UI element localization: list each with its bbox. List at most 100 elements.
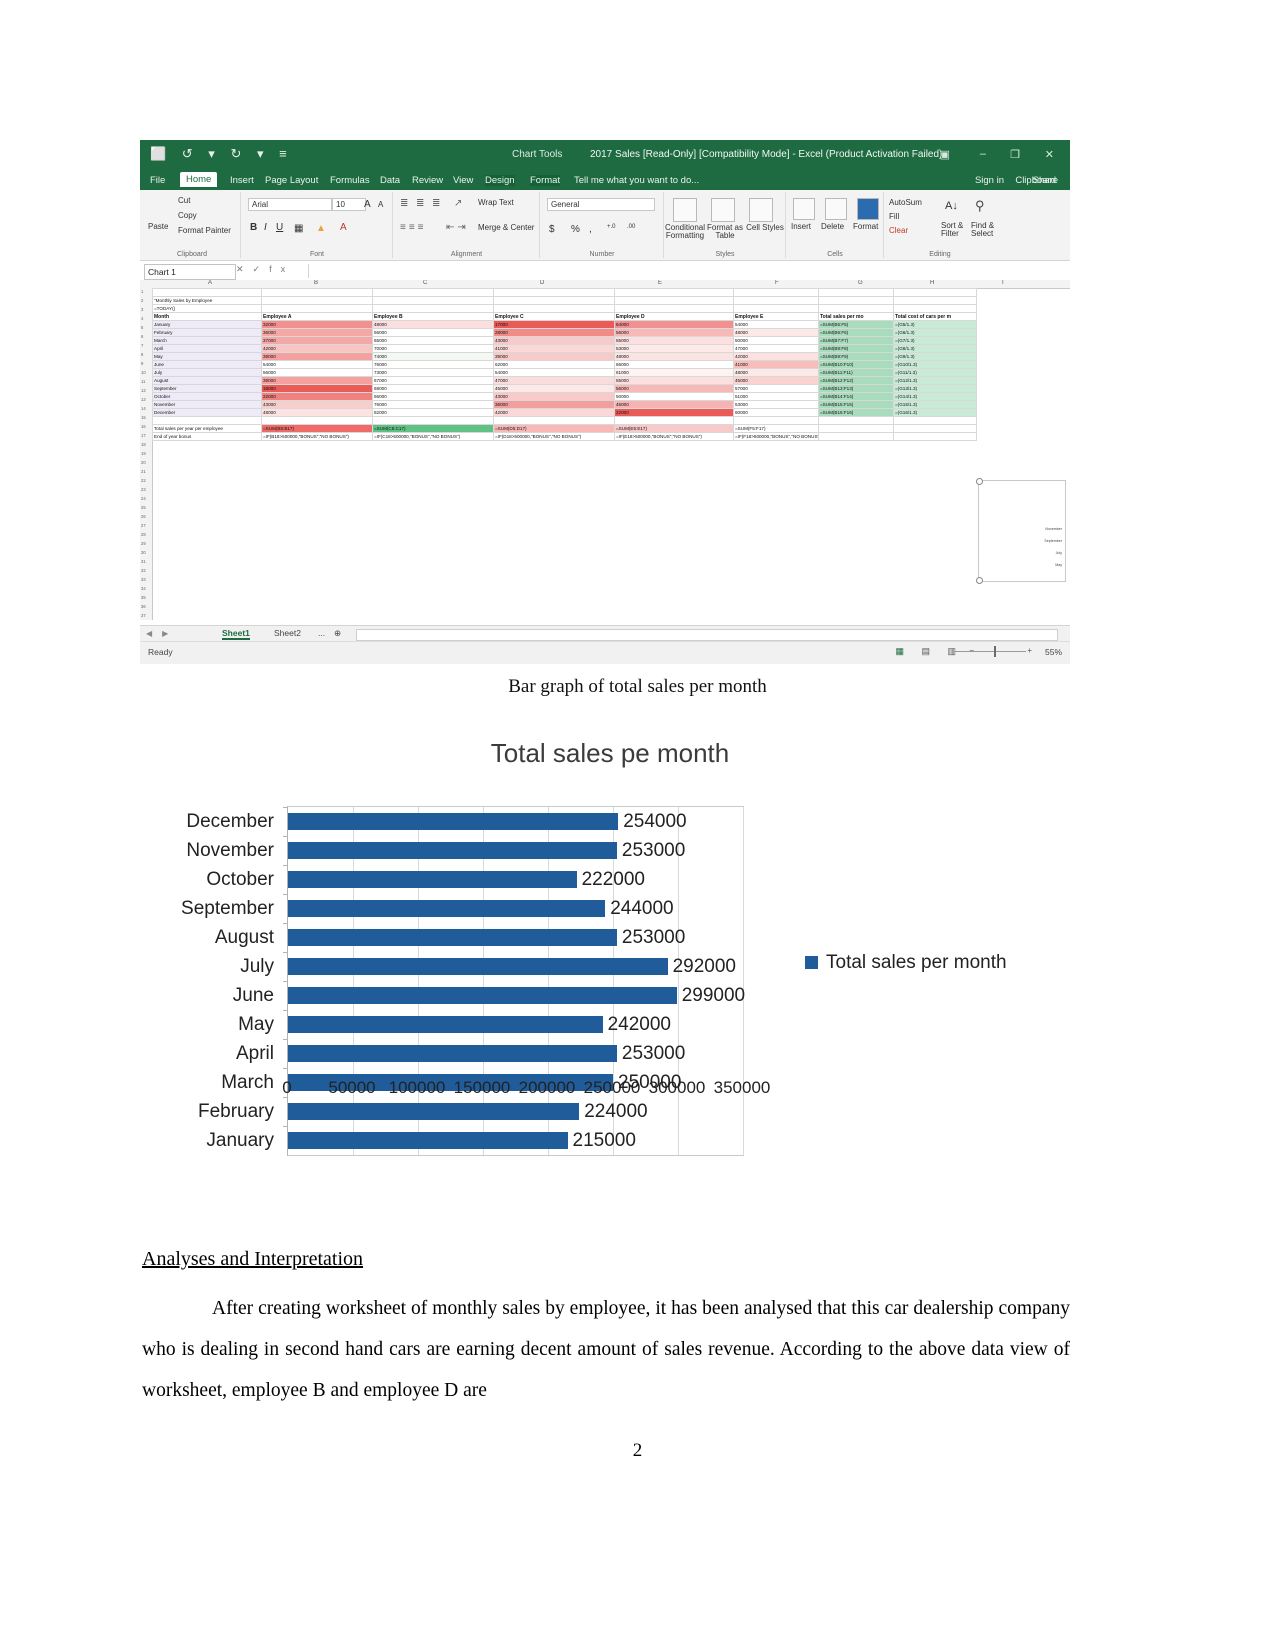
cell-f9[interactable]: 42000 [733,352,819,361]
cell-a3[interactable]: =TODAY() [152,304,262,313]
table-row[interactable]: January 32000 48000 17000 64000 54000 =SUM(B5:… [152,320,977,329]
decrease-font-size-icon[interactable]: A [378,200,383,209]
row-header-13[interactable]: 13 [141,397,146,402]
tab-view[interactable]: View [453,175,473,186]
tab-insert[interactable]: Insert [230,175,254,186]
cell-h13[interactable]: =(G13/1.3) [893,384,977,393]
indent-icons[interactable]: ⇤⇥ [446,222,469,233]
cell-h4[interactable]: Total cost of cars per m [893,312,977,321]
cell-b10[interactable]: 54000 [261,360,373,369]
cell-g9[interactable]: =SUM(B9:F9) [818,352,894,361]
format-painter-button[interactable]: Format Painter [178,226,231,235]
cell-b2[interactable] [261,296,373,305]
fill-button[interactable]: Fill [889,212,899,221]
cell-b16[interactable]: 48000 [261,408,373,417]
cell-e8[interactable]: 53000 [614,344,734,353]
cell-a5[interactable]: January [152,320,262,329]
cell-a12[interactable]: August [152,376,262,385]
sheet-nav-arrows[interactable]: ◀▶ [146,629,178,638]
chart-handle-bl[interactable] [976,577,983,584]
cell-d15[interactable]: 36000 [493,400,615,409]
cell-g4[interactable]: Total sales per mo [818,312,894,321]
cell-a14[interactable]: October [152,392,262,401]
cell-h12[interactable]: =(G12/1.3) [893,376,977,385]
row-header-32[interactable]: 32 [141,568,146,573]
cut-button[interactable]: Cut [178,196,190,205]
row-header-8[interactable]: 8 [141,352,143,357]
column-header-a[interactable]: A [208,280,212,286]
align-bottom-icon[interactable]: ≣ [432,198,440,209]
cell-f5[interactable]: 54000 [733,320,819,329]
cell-g3[interactable] [818,304,894,313]
row-header-26[interactable]: 26 [141,514,146,519]
chart-handle-tl[interactable] [976,478,983,485]
row-header-7[interactable]: 7 [141,343,143,348]
table-row[interactable] [152,416,977,425]
cell-b12[interactable]: 39000 [261,376,373,385]
cell-g7[interactable]: =SUM(B7:F7) [818,336,894,345]
row-header-25[interactable]: 25 [141,505,146,510]
cell-e16[interactable]: 22000 [614,408,734,417]
increase-font-size-icon[interactable]: A [364,199,371,210]
row-header-23[interactable]: 23 [141,487,146,492]
cell-g1[interactable] [818,288,894,297]
cell-f18[interactable]: =SUM(F5:F17) [733,424,819,433]
cell-g13[interactable]: =SUM(B13:F13) [818,384,894,393]
cell-h10[interactable]: =(G10/1.3) [893,360,977,369]
table-row[interactable]: February 36000 56000 28000 56000 48000 =SUM(B6… [152,328,977,337]
row-header-10[interactable]: 10 [141,370,146,375]
cell-b13[interactable]: 18000 [261,384,373,393]
tab-formulas[interactable]: Formulas [330,175,370,186]
row-header-17[interactable]: 17 [141,433,146,438]
align-middle-icon[interactable]: ≣ [416,198,424,209]
row-header-20[interactable]: 20 [141,460,146,465]
close-button[interactable]: ✕ [1045,148,1054,161]
cell-g10[interactable]: =SUM(B10:F10) [818,360,894,369]
cell-styles-button[interactable]: Cell Styles [745,224,785,232]
formula-input[interactable] [308,264,1064,278]
table-row[interactable]: End of year bonus =IF(B18>500000,"BONUS",… [152,432,977,441]
cell-h5[interactable]: =(G5/1.3) [893,320,977,329]
increase-decimal-icon[interactable]: +.0 [607,224,616,230]
cell-c10[interactable]: 76000 [372,360,494,369]
cell-g19[interactable] [818,432,894,441]
cell-c18[interactable]: =SUM(C5:C17) [372,424,494,433]
copy-button[interactable]: Copy [178,211,197,220]
table-row[interactable]: December 48000 82000 42000 22000 60000 =SUM(B1… [152,408,977,417]
row-header-37[interactable]: 37 [141,613,146,618]
bar-january[interactable]: January 215000 [206,1131,636,1150]
cell-g12[interactable]: =SUM(B12:F12) [818,376,894,385]
cell-f11[interactable]: 48000 [733,368,819,377]
row-header-11[interactable]: 11 [141,379,145,384]
bar-november[interactable]: November 253000 [186,841,685,860]
cell-e2[interactable] [614,296,734,305]
cell-h3[interactable] [893,304,977,313]
font-family-select[interactable]: Arial [248,198,332,211]
cell-c15[interactable]: 76000 [372,400,494,409]
row-header-6[interactable]: 6 [141,334,143,339]
row-header-24[interactable]: 24 [141,496,146,501]
font-size-select[interactable]: 10 [332,198,366,211]
table-row[interactable]: April 42000 70000 41000 53000 47000 =SUM(B8:F8… [152,344,977,353]
cell-c2[interactable] [372,296,494,305]
cell-d6[interactable]: 28000 [493,328,615,337]
cell-e12[interactable]: 55000 [614,376,734,385]
bar-april[interactable]: April 253000 [236,1044,685,1063]
underline-button[interactable]: U [276,222,283,233]
cell-d17[interactable] [493,416,615,425]
tab-page-layout[interactable]: Page Layout [265,175,318,186]
cell-g15[interactable]: =SUM(B15:F15) [818,400,894,409]
tab-design[interactable]: Design [485,175,515,186]
cell-a17[interactable] [152,416,262,425]
column-header-f[interactable]: F [775,280,779,286]
cell-f8[interactable]: 47000 [733,344,819,353]
cell-d18[interactable]: =SUM(D5:D17) [493,424,615,433]
cell-e17[interactable] [614,416,734,425]
bar-september[interactable]: September 244000 [181,899,674,918]
row-header-35[interactable]: 35 [141,595,146,600]
cell-e13[interactable]: 56000 [614,384,734,393]
cell-d8[interactable]: 41000 [493,344,615,353]
ribbon-display-options-icon[interactable]: ▣ [940,148,950,161]
embedded-chart-object[interactable]: November September July May [976,478,1066,584]
tab-file[interactable]: File [150,175,165,186]
